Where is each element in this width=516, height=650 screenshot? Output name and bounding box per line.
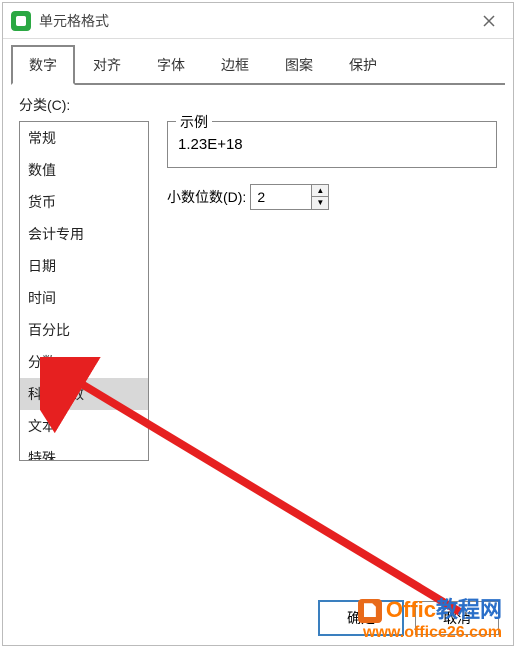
dialog-title: 单元格格式 (39, 11, 473, 31)
main-row: 常规 数值 货币 会计专用 日期 时间 百分比 分数 科学记数 文本 特殊 自定… (19, 121, 497, 461)
category-item-scientific[interactable]: 科学记数 (20, 378, 148, 410)
category-item-number[interactable]: 数值 (20, 154, 148, 186)
example-value: 1.23E+18 (178, 136, 486, 153)
close-button[interactable] (473, 7, 505, 35)
tab-number[interactable]: 数字 (11, 45, 75, 85)
category-item-general[interactable]: 常规 (20, 122, 148, 154)
app-icon (11, 11, 31, 31)
spinner-up-button[interactable]: ▲ (312, 185, 328, 197)
decimal-places-input[interactable] (251, 185, 311, 209)
tab-font[interactable]: 字体 (139, 45, 203, 85)
tab-protection[interactable]: 保护 (331, 45, 395, 85)
tab-content: 分类(C): 常规 数值 货币 会计专用 日期 时间 百分比 分数 科学记数 文… (3, 85, 513, 471)
category-item-accounting[interactable]: 会计专用 (20, 218, 148, 250)
close-icon (483, 15, 495, 27)
category-label: 分类(C): (19, 95, 497, 115)
category-item-fraction[interactable]: 分数 (20, 346, 148, 378)
category-listbox[interactable]: 常规 数值 货币 会计专用 日期 时间 百分比 分数 科学记数 文本 特殊 自定… (19, 121, 149, 461)
decimal-places-spinner[interactable]: ▲ ▼ (250, 184, 329, 210)
tab-pattern[interactable]: 图案 (267, 45, 331, 85)
spinner-buttons: ▲ ▼ (311, 185, 328, 209)
titlebar: 单元格格式 (3, 3, 513, 39)
tab-alignment[interactable]: 对齐 (75, 45, 139, 85)
settings-panel: 示例 1.23E+18 小数位数(D): ▲ ▼ (167, 121, 497, 461)
cell-format-dialog: 单元格格式 数字 对齐 字体 边框 图案 保护 分类(C): 常规 数值 货币 … (2, 2, 514, 646)
spinner-down-button[interactable]: ▼ (312, 197, 328, 209)
category-item-percentage[interactable]: 百分比 (20, 314, 148, 346)
decimal-places-row: 小数位数(D): ▲ ▼ (167, 184, 497, 210)
decimal-places-label: 小数位数(D): (167, 187, 246, 207)
ok-button[interactable]: 确定 (319, 601, 403, 635)
category-item-currency[interactable]: 货币 (20, 186, 148, 218)
dialog-footer: 确定 取消 (319, 601, 499, 635)
tab-border[interactable]: 边框 (203, 45, 267, 85)
category-item-date[interactable]: 日期 (20, 250, 148, 282)
category-item-text[interactable]: 文本 (20, 410, 148, 442)
tab-bar: 数字 对齐 字体 边框 图案 保护 (11, 45, 505, 85)
cancel-button[interactable]: 取消 (415, 601, 499, 635)
example-group: 示例 1.23E+18 (167, 121, 497, 168)
category-item-time[interactable]: 时间 (20, 282, 148, 314)
category-item-special[interactable]: 特殊 (20, 442, 148, 461)
example-label: 示例 (176, 112, 212, 132)
